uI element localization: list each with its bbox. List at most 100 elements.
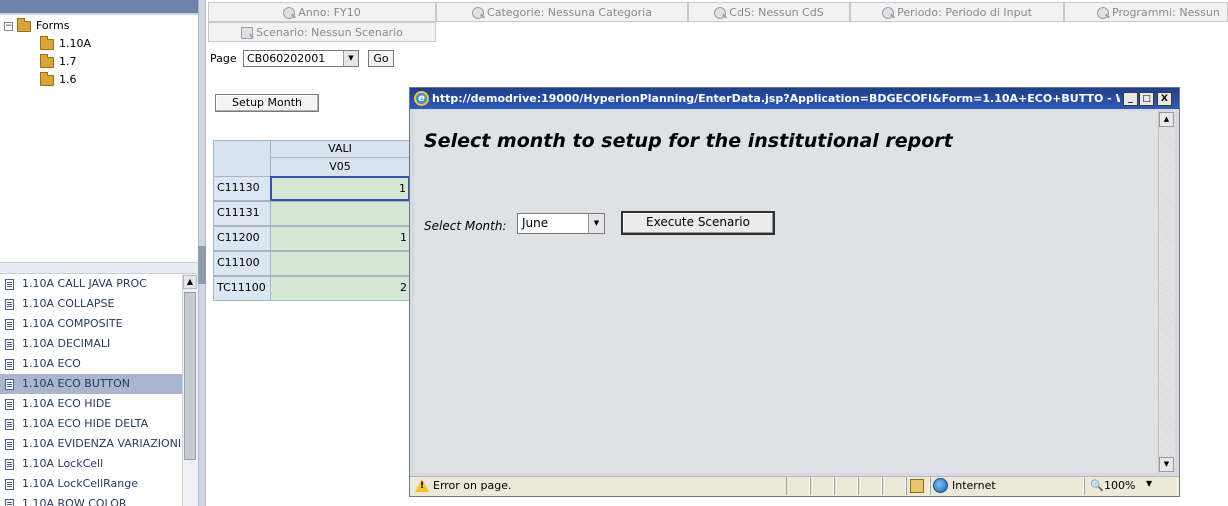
grid-column-header: VALI [270,140,410,158]
document-icon [5,299,14,310]
internet-explorer-icon: e [414,91,429,106]
dimension-icon [472,7,485,19]
scrollbar-thumb[interactable] [184,292,196,460]
list-item-label: 1.10A CALL JAVA PROC [22,277,147,290]
horizontal-splitter[interactable] [0,262,198,274]
tree-node-label: 1.10A [59,37,92,50]
list-item-label: 1.10A COLLAPSE [22,297,115,310]
list-item[interactable]: 1.10A LockCell [0,454,182,474]
status-segment [834,477,858,495]
document-icon [5,499,14,506]
grid-value-cell[interactable]: 2 [270,276,410,301]
list-item[interactable]: 1.10A ECO [0,354,182,374]
pov-periodo[interactable]: Periodo: Periodo di Input [850,2,1064,22]
scenario-icon [241,27,254,39]
scroll-down-arrow-icon[interactable]: ▼ [1159,457,1174,472]
list-item-label: 1.10A ECO [22,357,81,370]
popup-title: http://demodrive:19000/HyperionPlanning/… [432,92,1120,105]
collapse-icon[interactable]: − [4,21,13,31]
pov-categorie[interactable]: Categorie: Nessuna Categoria [436,2,688,22]
protected-mode-icon [910,479,924,493]
pov-label: Anno: FY10 [298,6,361,19]
grid-row-header: C11100 [213,251,271,276]
tree-node-child[interactable]: 1.6 [40,71,77,88]
execute-scenario-button[interactable]: Execute Scenario [621,211,775,235]
close-icon[interactable]: X [1157,92,1172,106]
pov-cds[interactable]: CdS: Nessun CdS [688,2,850,22]
zone-text: Internet [952,479,996,492]
list-item[interactable]: 1.10A ECO HIDE DELTA [0,414,182,434]
list-item-label: 1.10A ECO HIDE DELTA [22,417,149,430]
grid-value-cell[interactable]: 1 [270,176,410,201]
tree-node-forms[interactable]: − Forms [4,17,70,34]
grid-corner [213,140,271,177]
grid-row-header: TC11100 [213,276,271,301]
tree-node-label: 1.7 [59,55,77,68]
pov-anno[interactable]: Anno: FY10 [208,2,436,22]
page-dropdown-value: CB060202001 [247,52,326,65]
month-dropdown[interactable]: June ▼ [517,213,605,234]
status-segment [858,477,882,495]
grid-value-cell[interactable]: 1 [270,226,410,251]
pov-programmi[interactable]: Programmi: Nessun [1064,2,1228,22]
dimension-icon [714,7,727,19]
status-text[interactable]: Error on page. [433,479,511,492]
list-item[interactable]: 1.10A COLLAPSE [0,294,182,314]
tree-panel-header [0,0,198,15]
pov-label: Scenario: Nessun Scenario [256,26,403,39]
zoom-icon[interactable]: 🔍 [1090,479,1104,492]
list-item-label: 1.10A LockCell [22,457,104,470]
dimension-icon [882,7,895,19]
tree-node-label: Forms [36,19,70,32]
scroll-up-arrow-icon[interactable]: ▲ [1159,112,1174,127]
list-item-selected[interactable]: 1.10A ECO BUTTON [0,374,182,394]
zoom-level[interactable]: 100% [1104,479,1135,492]
list-item-label: 1.10A ECO BUTTON [22,377,131,390]
list-item[interactable]: 1.10A DECIMALI [0,334,182,354]
popup-heading: Select month to setup for the institutio… [424,130,953,152]
chevron-down-icon[interactable]: ▼ [343,51,358,66]
document-icon [5,459,14,470]
scroll-up-arrow-icon[interactable]: ▲ [183,275,197,289]
popup-scrollbar[interactable] [1158,111,1175,473]
grid-row-header: C11200 [213,226,271,251]
document-icon [5,279,14,290]
pov-scenario[interactable]: Scenario: Nessun Scenario [208,22,436,42]
list-item-label: 1.10A COMPOSITE [22,317,123,330]
list-item[interactable]: 1.10A ROW COLOR [0,494,182,506]
globe-icon [933,478,948,493]
list-item[interactable]: 1.10A EVIDENZA VARIAZIONI [0,434,182,454]
tree-node-child[interactable]: 1.7 [40,53,77,70]
list-item[interactable]: 1.10A COMPOSITE [0,314,182,334]
folder-icon [40,35,54,50]
grid-column-subheader: V05 [270,157,410,177]
splitter-grip[interactable] [198,246,206,284]
minimize-icon[interactable]: _ [1123,92,1138,106]
popup-content [414,111,1158,473]
chevron-down-icon[interactable]: ▼ [1146,479,1152,488]
status-segment [810,477,834,495]
grid-value-cell[interactable] [270,251,410,276]
chevron-down-icon[interactable]: ▼ [588,214,604,233]
maximize-icon[interactable]: □ [1139,92,1154,106]
dimension-icon [1097,7,1109,19]
grid-value-cell[interactable] [270,201,410,226]
form-tree-panel [0,0,198,270]
list-item-label: 1.10A DECIMALI [22,337,111,350]
pov-label: Periodo: Periodo di Input [897,6,1032,19]
setup-month-button[interactable]: Setup Month [215,94,319,112]
page-dropdown[interactable]: CB060202001 ▼ [243,50,359,67]
grid-row-header: C11130 [213,176,271,201]
go-button[interactable]: Go [368,50,394,67]
status-segment [882,477,906,495]
list-item[interactable]: 1.10A LockCellRange [0,474,182,494]
list-item[interactable]: 1.10A CALL JAVA PROC [0,274,182,294]
form-list: 1.10A CALL JAVA PROC 1.10A COLLAPSE 1.10… [0,274,198,506]
month-dropdown-value: June [522,216,549,230]
list-item[interactable]: 1.10A ECO HIDE [0,394,182,414]
tree-node-child[interactable]: 1.10A [40,35,92,52]
status-segment [786,477,810,495]
warning-icon[interactable] [415,479,429,492]
list-item-label: 1.10A LockCellRange [22,477,139,490]
list-item-label: 1.10A ROW COLOR [22,497,127,506]
